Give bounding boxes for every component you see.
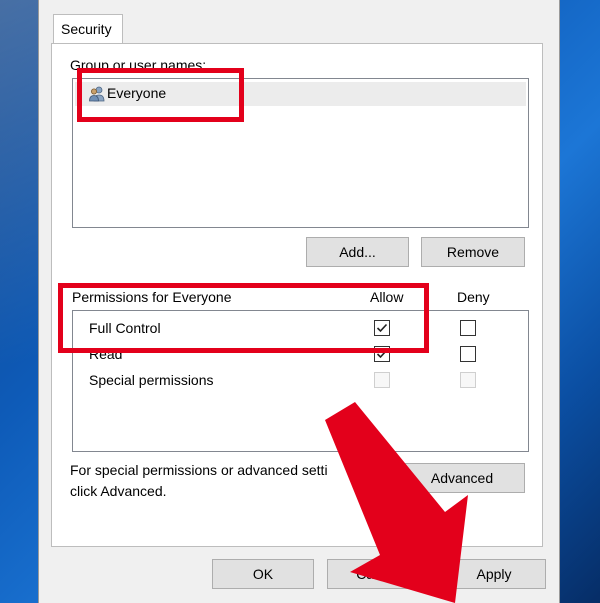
read-deny-checkbox[interactable] (460, 346, 476, 362)
table-row: Special permissions (73, 369, 528, 393)
ok-button[interactable]: OK (212, 559, 314, 589)
highlight-box-full-control (58, 283, 429, 353)
highlight-box-everyone (77, 68, 244, 122)
add-button[interactable]: Add... (306, 237, 409, 267)
cancel-button[interactable]: Cancel (327, 559, 429, 589)
advanced-button[interactable]: Advanced (399, 463, 525, 493)
special-permissions-deny-checkbox (460, 372, 476, 388)
advanced-hint-line1: For special permissions or advanced sett… (70, 462, 328, 478)
deny-column-header: Deny (457, 289, 490, 305)
permission-name: Special permissions (89, 372, 214, 388)
full-control-deny-checkbox[interactable] (460, 320, 476, 336)
remove-button[interactable]: Remove (421, 237, 525, 267)
tab-security[interactable]: Security (53, 14, 123, 44)
apply-button[interactable]: Apply (442, 559, 546, 589)
tab-security-label: Security (61, 21, 112, 37)
special-permissions-allow-checkbox (374, 372, 390, 388)
advanced-hint-line2: click Advanced. (70, 483, 167, 499)
